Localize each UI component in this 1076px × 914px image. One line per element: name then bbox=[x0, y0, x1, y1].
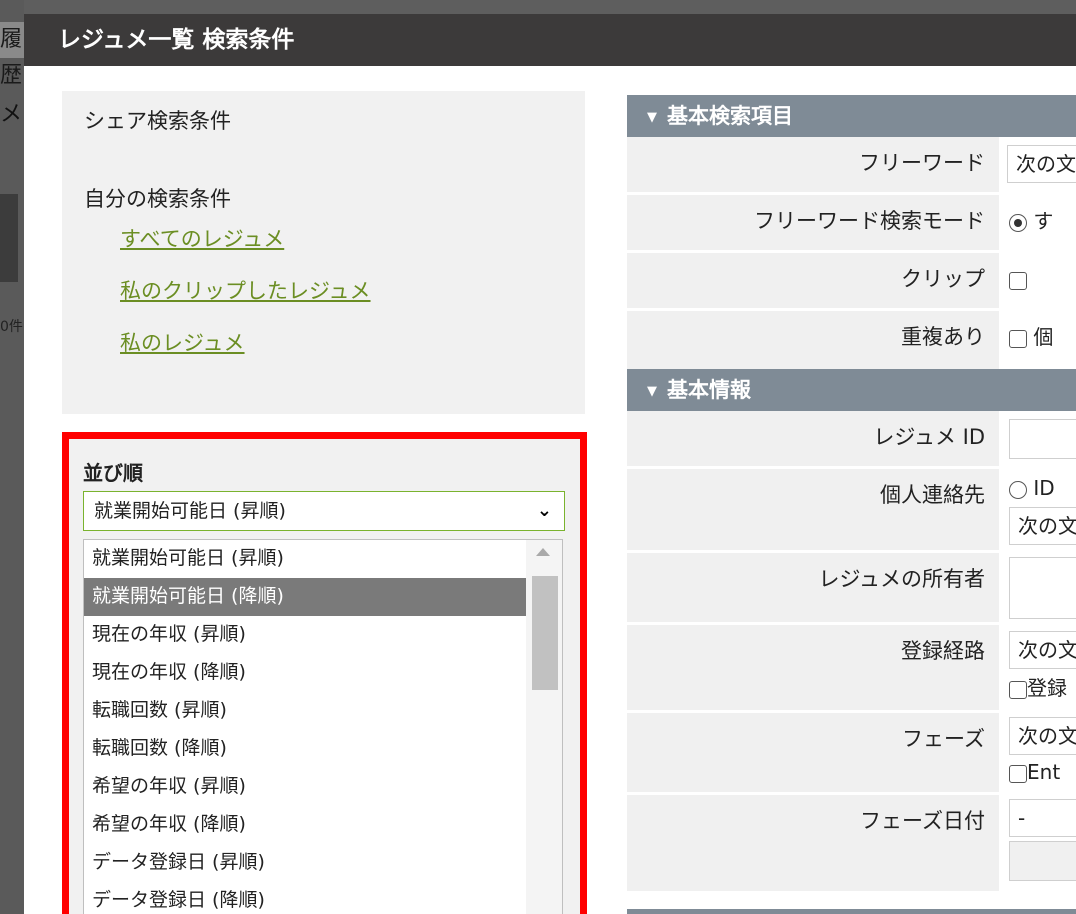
row-free-word: フリーワード 次の文 bbox=[627, 137, 1076, 195]
row-registration-route: 登録経路 次の文 登録 bbox=[627, 625, 1076, 713]
resume-owner-cell bbox=[999, 553, 1076, 622]
search-form: ▼ 基本検索項目 フリーワード 次の文 フリーワード検索モード す クリップ 重複… bbox=[627, 95, 1076, 891]
clip-label: クリップ bbox=[627, 253, 999, 308]
phase-check-group: Ent bbox=[1009, 757, 1060, 787]
modal-title: レジュメ一覧 検索条件 bbox=[24, 14, 1076, 66]
sort-option[interactable]: 転職回数 (降順) bbox=[84, 730, 526, 768]
registration-route-check-group: 登録 bbox=[1009, 673, 1067, 703]
registration-route-label: 登録経路 bbox=[627, 625, 999, 710]
phase-date-select[interactable]: - bbox=[1009, 799, 1076, 837]
duplicate-checkbox[interactable] bbox=[1009, 329, 1027, 348]
registration-route-checkbox[interactable] bbox=[1009, 680, 1027, 699]
background-tab: 履歴 bbox=[0, 22, 24, 88]
row-resume-id: レジュメ ID bbox=[627, 411, 1076, 469]
phase-date-input[interactable] bbox=[1009, 841, 1076, 881]
phase-date-cell: - bbox=[999, 795, 1076, 891]
scroll-up-arrow-icon[interactable] bbox=[536, 548, 550, 556]
clip-cell bbox=[999, 253, 1076, 308]
phase-date-label: フェーズ日付 bbox=[627, 795, 999, 891]
section-basic-info-title: 基本情報 bbox=[667, 378, 751, 402]
registration-route-select-value: 次の文 bbox=[1018, 638, 1076, 662]
phase-checkbox[interactable] bbox=[1009, 764, 1027, 783]
sort-option[interactable]: データ登録日 (降順) bbox=[84, 882, 526, 914]
phase-check-label: Ent bbox=[1027, 760, 1061, 784]
sort-order-selected-value: 就業開始可能日 (昇順) bbox=[94, 500, 286, 522]
resume-id-input[interactable] bbox=[1009, 419, 1076, 459]
phase-date-select-value: - bbox=[1018, 806, 1026, 830]
resume-owner-input[interactable] bbox=[1009, 557, 1076, 619]
phase-cell: 次の文 Ent bbox=[999, 713, 1076, 792]
link-my-resumes[interactable]: 私のレジュメ bbox=[120, 327, 563, 357]
dropdown-scrollbar[interactable] bbox=[526, 540, 562, 914]
resume-owner-label: レジュメの所有者 bbox=[627, 553, 999, 622]
scrollbar-thumb[interactable] bbox=[532, 576, 558, 690]
phase-select[interactable]: 次の文 bbox=[1009, 717, 1076, 755]
free-word-select-value: 次の文 bbox=[1016, 152, 1076, 176]
sort-option[interactable]: 就業開始可能日 (昇順) bbox=[84, 540, 526, 578]
resume-id-label: レジュメ ID bbox=[627, 411, 999, 466]
row-phase-date: フェーズ日付 - bbox=[627, 795, 1076, 891]
sort-order-section: 並び順 就業開始可能日 (昇順) ⌄ 就業開始可能日 (昇順) 就業開始可能日 (… bbox=[62, 432, 587, 914]
contact-radio-group: ID bbox=[1009, 473, 1055, 503]
background-block bbox=[0, 194, 18, 282]
contact-radio[interactable] bbox=[1009, 480, 1027, 499]
section-basic-search-header[interactable]: ▼ 基本検索項目 bbox=[627, 95, 1076, 137]
next-section-header-edge bbox=[627, 909, 1076, 914]
registration-route-select[interactable]: 次の文 bbox=[1009, 631, 1076, 669]
contact-select[interactable]: 次の文 bbox=[1009, 507, 1076, 545]
free-word-mode-select[interactable]: 次の文 bbox=[1007, 145, 1076, 183]
link-my-clipped-resumes[interactable]: 私のクリップしたレジュメ bbox=[120, 275, 563, 305]
sort-option[interactable]: 希望の年収 (昇順) bbox=[84, 768, 526, 806]
section-basic-info-header[interactable]: ▼ 基本情報 bbox=[627, 369, 1076, 411]
free-word-label: フリーワード bbox=[627, 137, 999, 192]
clip-checkbox[interactable] bbox=[1009, 271, 1027, 290]
background-count: 0件 bbox=[0, 319, 23, 335]
sort-option[interactable]: 現在の年収 (降順) bbox=[84, 654, 526, 692]
sort-option[interactable]: 就業開始可能日 (降順) bbox=[84, 578, 526, 616]
personal-contact-label: 個人連絡先 bbox=[627, 469, 999, 550]
sort-option[interactable]: 転職回数 (昇順) bbox=[84, 692, 526, 730]
row-clip: クリップ bbox=[627, 253, 1076, 311]
contact-radio-label: ID bbox=[1033, 476, 1055, 500]
free-word-mode-label: フリーワード検索モード bbox=[627, 195, 999, 250]
row-free-word-mode: フリーワード検索モード す bbox=[627, 195, 1076, 253]
sort-order-label: 並び順 bbox=[83, 461, 143, 485]
contact-select-value: 次の文 bbox=[1018, 514, 1076, 538]
background-top-strip bbox=[24, 0, 1076, 14]
free-word-mode-radio[interactable] bbox=[1009, 213, 1027, 232]
free-word-mode-cell: す bbox=[999, 195, 1076, 250]
link-all-resumes[interactable]: すべてのレジュメ bbox=[120, 223, 563, 253]
row-resume-owner: レジュメの所有者 bbox=[627, 553, 1076, 625]
saved-search-panel: シェア検索条件 自分の検索条件 すべてのレジュメ 私のクリップしたレジュメ 私の… bbox=[62, 91, 585, 414]
background-app-edge: 履歴 メ 0件 bbox=[0, 0, 24, 914]
sort-order-dropdown-list[interactable]: 就業開始可能日 (昇順) 就業開始可能日 (降順) 現在の年収 (昇順) 現在の年収 … bbox=[83, 539, 563, 914]
search-conditions-modal: レジュメ一覧 検索条件 シェア検索条件 自分の検索条件 すべてのレジュメ 私のク… bbox=[24, 14, 1076, 914]
duplicate-cell: 個 bbox=[999, 311, 1076, 369]
section-basic-search-title: 基本検索項目 bbox=[667, 104, 793, 128]
free-word-mode-option: す bbox=[1033, 209, 1054, 233]
shared-search-heading: シェア検索条件 bbox=[84, 109, 231, 133]
row-personal-contact: 個人連絡先 ID 次の文 bbox=[627, 469, 1076, 553]
collapse-triangle-icon: ▼ bbox=[647, 384, 657, 399]
sort-option[interactable]: 現在の年収 (昇順) bbox=[84, 616, 526, 654]
collapse-triangle-icon: ▼ bbox=[647, 110, 657, 125]
sort-option[interactable]: データ登録日 (昇順) bbox=[84, 844, 526, 882]
duplicate-label: 重複あり bbox=[627, 311, 999, 369]
personal-contact-cell: ID 次の文 bbox=[999, 469, 1076, 550]
phase-label: フェーズ bbox=[627, 713, 999, 792]
sort-option[interactable]: 希望の年収 (降順) bbox=[84, 806, 526, 844]
sort-order-select[interactable]: 就業開始可能日 (昇順) ⌄ bbox=[83, 491, 565, 531]
background-heading: メ bbox=[0, 102, 23, 127]
resume-id-cell bbox=[999, 411, 1076, 466]
row-duplicate: 重複あり 個 bbox=[627, 311, 1076, 369]
registration-route-cell: 次の文 登録 bbox=[999, 625, 1076, 710]
my-search-heading: 自分の検索条件 bbox=[84, 187, 231, 211]
dropdown-options: 就業開始可能日 (昇順) 就業開始可能日 (降順) 現在の年収 (昇順) 現在の年収 … bbox=[84, 540, 526, 914]
phase-select-value: 次の文 bbox=[1018, 724, 1076, 748]
row-phase: フェーズ 次の文 Ent bbox=[627, 713, 1076, 795]
duplicate-option-text: 個 bbox=[1033, 325, 1054, 349]
registration-route-check-label: 登録 bbox=[1027, 676, 1067, 700]
chevron-down-icon: ⌄ bbox=[536, 500, 552, 521]
free-word-cell: 次の文 bbox=[999, 137, 1076, 192]
